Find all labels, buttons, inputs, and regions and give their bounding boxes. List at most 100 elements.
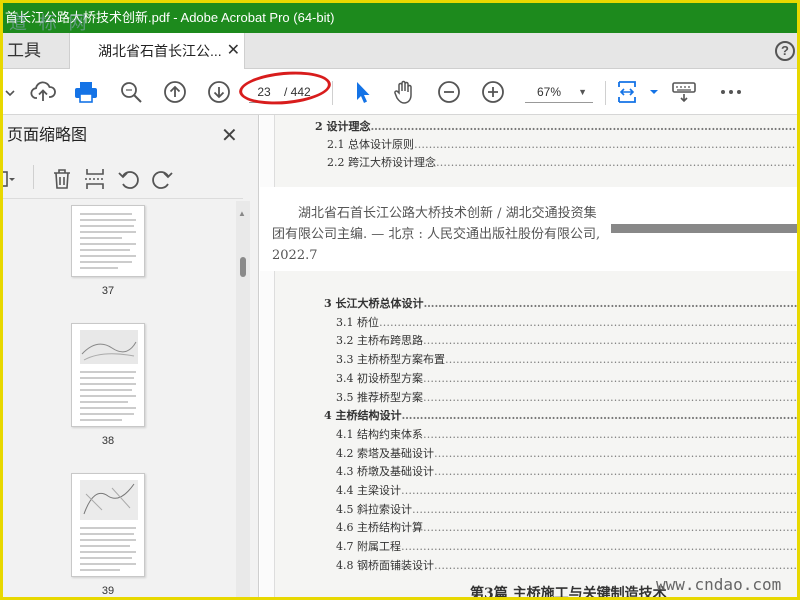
toc-leader-dots: …………………………………………………………………………………………………………: [434, 465, 797, 479]
toc-entry-title: 4 主桥结构设计: [324, 409, 402, 423]
toc-entry-title: 4.7 附属工程: [336, 540, 401, 554]
toc-chapter-entry: 3 长江大桥总体设计…………………………………………………………………………………: [324, 295, 798, 311]
toolbar-divider: [33, 165, 34, 189]
main-toolbar: 23 / 442 67% ▼: [3, 68, 797, 115]
tab-close-icon[interactable]: ✕: [227, 33, 240, 69]
toc-entry-title: 3.3 主桥桥型方案布置: [336, 353, 445, 367]
toc-entry-title: 4.2 索塔及基础设计: [336, 446, 434, 460]
panel-close-icon[interactable]: ✕: [221, 115, 238, 157]
section-heading: 第3篇 主桥施工与关键制造技术: [470, 586, 667, 600]
select-cursor-icon[interactable]: [349, 79, 375, 105]
toc-leader-dots: …………………………………………………………………………………………………………: [423, 521, 797, 535]
page-thumbnail[interactable]: [71, 473, 145, 577]
previous-page-icon[interactable]: [162, 79, 188, 105]
zoom-in-icon[interactable]: [480, 79, 506, 105]
thumbnail-options-icon[interactable]: [3, 167, 17, 191]
toc-leader-dots: …………………………………………………………………………………………………………: [423, 427, 797, 441]
chevron-down-icon[interactable]: [641, 79, 658, 105]
thumbnail-page-number: 39: [101, 585, 115, 597]
toc-section-entry: 4.4 主梁设计………………………………………………………………………………………: [336, 482, 800, 498]
toc-entry-title: 4.5 斜拉索设计: [336, 502, 412, 516]
toc-entry-title: 2.2 跨江大桥设计理念: [327, 156, 436, 169]
document-view[interactable]: 2 设计理念 ……………………………………………………………………………………………: [260, 115, 800, 600]
insert-page-icon[interactable]: [83, 167, 107, 191]
toc-leader-dots: …………………………………………………………………………………………………………: [379, 315, 800, 329]
thumbnail-page-number: 38: [101, 435, 115, 447]
page-thumbnail-image: [80, 330, 138, 421]
toc-entry-title: 2 设计理念: [315, 120, 371, 133]
scrollbar-handle[interactable]: [240, 257, 246, 277]
page-display-icon[interactable]: [615, 79, 641, 105]
toc-leader-dots: …………………………………………………………………………………………………………: [445, 353, 797, 367]
page-thumbnails-panel: 页面缩略图 ✕ 37 38 39 ▲: [3, 115, 259, 597]
tab-tools[interactable]: 工具: [3, 33, 69, 69]
toc-entry-title: 4.4 主梁设计: [336, 484, 401, 497]
screenshot-frame: 首长江公路大桥技术创新.pdf - Adobe Acrobat Pro (64-…: [0, 0, 800, 600]
zoom-level-value: 67%: [537, 85, 562, 99]
rotate-clockwise-icon[interactable]: [150, 167, 174, 191]
zoom-out-icon[interactable]: [436, 79, 462, 105]
toc-section-entry: 4.7 附属工程………………………………………………………………………………………: [336, 538, 800, 554]
toc-leader-dots: …………………………………………………………………………………………………………: [401, 484, 800, 497]
rotate-counterclockwise-icon[interactable]: [117, 167, 141, 191]
toc-section-entry: 2.2 跨江大桥设计理念……………………………………………………………………………: [327, 154, 795, 170]
toc-leader-dots: …………………………………………………………………………………………………………: [434, 558, 797, 572]
toc-section-entry: 2.1 总体设计原则…………………………………………………………………………………: [327, 136, 795, 152]
page-thumbnail[interactable]: [71, 323, 145, 427]
toc-leader-dots: …………………………………………………………………………………………………………: [401, 409, 800, 423]
annotation-ellipse: [237, 68, 333, 108]
help-icon[interactable]: ?: [775, 41, 795, 61]
toc-section-entry: 4.3 桥墩及基础设计………………………………………………………………………………: [336, 463, 797, 479]
tab-bar: 工具 湖北省石首长江公... ✕ ?: [3, 33, 797, 70]
keyboard-icon[interactable]: [671, 79, 697, 105]
redaction-bar: [611, 224, 797, 233]
toc-entry-title: 3.1 桥位: [336, 315, 379, 329]
page-thumbnail[interactable]: [71, 205, 145, 277]
tab-document[interactable]: 湖北省石首长江公... ✕: [69, 33, 245, 70]
thumbnail-list: 37 38 39: [3, 201, 235, 597]
next-page-icon[interactable]: [206, 79, 232, 105]
toc-entry-title: 3.5 推荐桥型方案: [336, 390, 423, 404]
upload-cloud-icon[interactable]: [30, 79, 56, 105]
toc-chapter-entry: 4 主桥结构设计………………………………………………………………………………………: [324, 407, 800, 423]
toc-entry-title: 2.1 总体设计原则: [327, 138, 414, 151]
toc-leader-dots: …………………………………………………………………………………………………………: [434, 446, 797, 460]
toc-chapter-entry: 2 设计理念……………………………………………………………………………………………: [315, 118, 795, 134]
toc-leader-dots: …………………………………………………………………………………………………………: [412, 502, 797, 516]
toc-section-entry: 3.5 推荐桥型方案…………………………………………………………………………………: [336, 389, 797, 405]
toc-entry-title: 4.8 钢桥面铺装设计: [336, 558, 434, 572]
toc-leader-dots: …………………………………………………………………………………………………………: [401, 540, 800, 554]
toc-section-entry: 4.2 索塔及基础设计………………………………………………………………………………: [336, 445, 797, 461]
toc-section-entry: 3.1 桥位……………………………………………………………………………………………: [336, 314, 800, 330]
toc-leader-dots: …………………………………………………………………………………………………………: [423, 334, 797, 348]
tab-document-label: 湖北省石首长江公...: [98, 43, 222, 59]
toc-leader-dots: …………………………………………………………………………………………………………: [423, 390, 797, 404]
page-thumbnail-image: [80, 213, 136, 269]
hand-tool-icon[interactable]: [391, 79, 417, 105]
toc-section-entry: 4.6 主桥结构计算…………………………………………………………………………………: [336, 519, 797, 535]
toc-leader-dots: …………………………………………………………………………………………………………: [436, 156, 795, 169]
print-icon[interactable]: [73, 79, 99, 105]
toc-section-entry: 3.2 主桥布跨思路…………………………………………………………………………………: [336, 332, 797, 348]
toolbar-divider: [332, 81, 333, 105]
toc-entry-title: 4.3 桥墩及基础设计: [336, 465, 434, 479]
window-title: 首长江公路大桥技术创新.pdf - Adobe Acrobat Pro (64-…: [5, 10, 335, 25]
page-thumbnail-image: [80, 480, 138, 571]
toc-leader-dots: …………………………………………………………………………………………………………: [414, 138, 795, 151]
site-watermark: www.cndao.com: [656, 575, 782, 594]
more-options-icon[interactable]: [718, 79, 744, 105]
scroll-up-icon[interactable]: ▲: [238, 209, 246, 218]
chevron-down-icon[interactable]: [3, 79, 15, 105]
toc-section-entry: 3.4 初设桥型方案…………………………………………………………………………………: [336, 370, 797, 386]
toc-leader-dots: …………………………………………………………………………………………………………: [423, 297, 798, 310]
delete-icon[interactable]: [50, 167, 74, 191]
window-title-bar: 首长江公路大桥技术创新.pdf - Adobe Acrobat Pro (64-…: [3, 3, 797, 33]
panel-toolbar: [3, 159, 243, 199]
zoom-level-dropdown[interactable]: 67% ▼: [525, 81, 593, 103]
search-icon[interactable]: [118, 79, 144, 105]
toc-entry-title: 3 长江大桥总体设计: [324, 297, 424, 310]
toc-entry-title: 3.4 初设桥型方案: [336, 371, 423, 385]
toc-section-entry: 3.3 主桥桥型方案布置……………………………………………………………………………: [336, 351, 797, 367]
toc-entry-title: 4.1 结构约束体系: [336, 427, 423, 441]
cip-citation: 湖北省石首长江公路大桥技术创新 / 湖北交通投资集团有限公司主编. — 北京 :…: [272, 206, 601, 263]
